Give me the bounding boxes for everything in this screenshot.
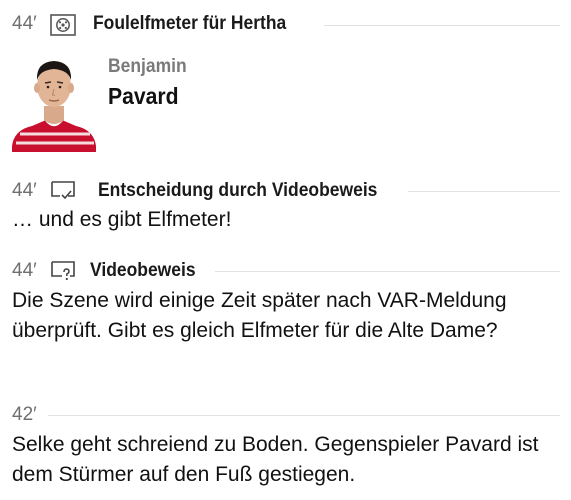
event-text: … und es gibt Elfmeter! [12,208,232,231]
event-minute: 44′ [12,13,37,34]
event-minute: 44′ [12,180,37,201]
player-avatar[interactable] [10,54,98,152]
event-text: Die Szene wird einige Zeit später nach V… [12,289,507,342]
event-title: Entscheidung durch Videobeweis [98,180,378,201]
player-last-name[interactable]: Pavard [108,83,179,110]
var-review-icon [50,260,80,287]
var-decision-icon [50,180,80,207]
event-text: Selke geht schreiend zu Boden. Gegenspie… [12,433,539,486]
event-minute: 42′ [12,404,37,425]
event-minute: 44′ [12,260,37,281]
divider [48,415,560,416]
penalty-icon [50,14,76,41]
divider [408,191,560,192]
player-first-name[interactable]: Benjamin [108,56,187,78]
event-title: Foulelfmeter für Hertha [93,13,287,34]
divider [215,271,560,272]
event-title: Videobeweis [90,260,196,281]
divider [324,25,560,26]
